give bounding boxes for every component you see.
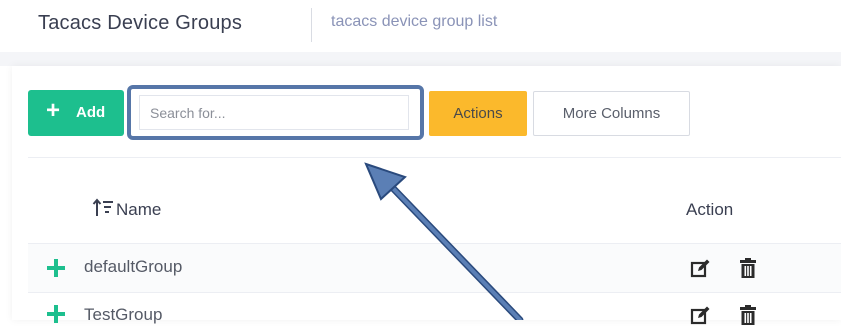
trash-icon[interactable] <box>739 258 757 278</box>
title-divider <box>311 8 312 42</box>
row-divider <box>28 292 841 293</box>
toolbar-divider <box>28 157 841 158</box>
header-band <box>0 52 841 66</box>
column-header-name[interactable]: Name <box>116 200 161 220</box>
search-highlight-box <box>127 85 424 140</box>
row-name: TestGroup <box>84 305 163 324</box>
sort-icon[interactable] <box>92 197 114 219</box>
row-name: defaultGroup <box>84 257 183 276</box>
column-header-action: Action <box>686 200 734 219</box>
expand-row-icon[interactable] <box>46 258 66 278</box>
add-button-label: Add <box>76 104 106 121</box>
edit-icon[interactable] <box>690 259 710 279</box>
more-columns-button[interactable]: More Columns <box>533 91 690 136</box>
search-input[interactable] <box>139 95 409 130</box>
page-header: Tacacs Device Groups tacacs device group… <box>0 0 841 52</box>
page-subtitle: tacacs device group list <box>331 13 498 30</box>
page-title: Tacacs Device Groups <box>38 12 243 34</box>
actions-button[interactable]: Actions <box>429 91 527 136</box>
trash-icon[interactable] <box>739 305 757 325</box>
plus-icon: + <box>46 97 61 124</box>
edit-icon[interactable] <box>690 306 710 326</box>
expand-row-icon[interactable] <box>46 304 66 324</box>
add-button[interactable]: + Add <box>28 90 124 136</box>
